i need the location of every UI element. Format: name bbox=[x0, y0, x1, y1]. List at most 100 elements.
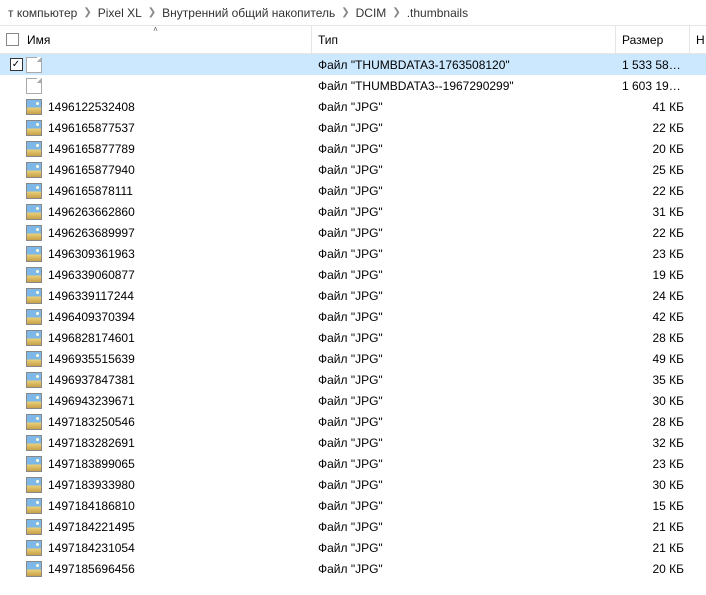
file-type-cell: Файл "JPG" bbox=[312, 394, 616, 408]
file-name-label: 1496165877537 bbox=[48, 121, 306, 135]
file-size-cell: 30 КБ bbox=[616, 394, 690, 408]
file-row[interactable]: 1496263689997Файл "JPG"22 КБ bbox=[0, 222, 706, 243]
file-size-cell: 22 КБ bbox=[616, 226, 690, 240]
file-row[interactable]: 1496165878111Файл "JPG"22 КБ bbox=[0, 180, 706, 201]
image-file-icon bbox=[26, 372, 42, 388]
file-size-cell: 23 КБ bbox=[616, 457, 690, 471]
image-file-icon bbox=[26, 288, 42, 304]
file-row[interactable]: 1496943239671Файл "JPG"30 КБ bbox=[0, 390, 706, 411]
file-row[interactable]: 1497184186810Файл "JPG"15 КБ bbox=[0, 495, 706, 516]
column-label: Размер bbox=[622, 33, 663, 47]
column-header-extra[interactable]: Н bbox=[690, 26, 706, 53]
file-row[interactable]: 1497184231054Файл "JPG"21 КБ bbox=[0, 537, 706, 558]
file-size-cell: 19 КБ bbox=[616, 268, 690, 282]
file-name-cell: 1496165877940 bbox=[0, 162, 312, 178]
file-type-cell: Файл "JPG" bbox=[312, 247, 616, 261]
image-file-icon bbox=[26, 99, 42, 115]
file-row[interactable]: 1497183250546Файл "JPG"28 КБ bbox=[0, 411, 706, 432]
file-name-label: 1496828174601 bbox=[48, 331, 306, 345]
image-file-icon bbox=[26, 267, 42, 283]
file-name-cell: 1497183282691 bbox=[0, 435, 312, 451]
file-type-cell: Файл "JPG" bbox=[312, 289, 616, 303]
row-checkbox[interactable]: ✓ bbox=[10, 58, 23, 71]
file-name-cell: 1496165877537 bbox=[0, 120, 312, 136]
file-row[interactable]: 1496263662860Файл "JPG"31 КБ bbox=[0, 201, 706, 222]
file-name-label: 1496937847381 bbox=[48, 373, 306, 387]
file-name-label: 1496309361963 bbox=[48, 247, 306, 261]
file-row[interactable]: 1497184221495Файл "JPG"21 КБ bbox=[0, 516, 706, 537]
file-name-label: 1497185696456 bbox=[48, 562, 306, 576]
file-name-label: 1496935515639 bbox=[48, 352, 306, 366]
file-type-cell: Файл "JPG" bbox=[312, 226, 616, 240]
image-file-icon bbox=[26, 204, 42, 220]
file-type-cell: Файл "JPG" bbox=[312, 415, 616, 429]
file-row[interactable]: 1497183899065 Файл "JPG"23 КБ bbox=[0, 453, 706, 474]
file-row[interactable]: 1496165877940Файл "JPG"25 КБ bbox=[0, 159, 706, 180]
file-row[interactable]: 1496122532408Файл "JPG"41 КБ bbox=[0, 96, 706, 117]
image-file-icon bbox=[26, 498, 42, 514]
column-label: Тип bbox=[318, 33, 338, 47]
column-header-type[interactable]: Тип bbox=[312, 26, 616, 53]
row-checkbox-slot[interactable]: ✓ bbox=[6, 58, 26, 71]
file-name-label: 1497183899065 bbox=[48, 457, 306, 471]
breadcrumb-item[interactable]: Внутренний общий накопитель bbox=[158, 6, 339, 20]
file-type-cell: Файл "JPG" bbox=[312, 142, 616, 156]
image-file-icon bbox=[26, 351, 42, 367]
file-type-cell: Файл "JPG" bbox=[312, 436, 616, 450]
file-size-cell: 21 КБ bbox=[616, 541, 690, 555]
breadcrumb-item[interactable]: DCIM bbox=[352, 6, 391, 20]
file-size-cell: 28 КБ bbox=[616, 331, 690, 345]
breadcrumb-item[interactable]: Pixel XL bbox=[94, 6, 146, 20]
file-name-cell: 1497185696456 bbox=[0, 561, 312, 577]
column-header-size[interactable]: Размер bbox=[616, 26, 690, 53]
file-name-cell: 1497183899065 bbox=[0, 456, 312, 472]
sort-ascending-icon: ˄ bbox=[153, 25, 158, 34]
file-name-label: 1496165878111 bbox=[48, 184, 306, 198]
file-size-cell: 25 КБ bbox=[616, 163, 690, 177]
file-name-cell: 1496122532408 bbox=[0, 99, 312, 115]
file-size-cell: 21 КБ bbox=[616, 520, 690, 534]
file-row[interactable]: 1496937847381Файл "JPG"35 КБ bbox=[0, 369, 706, 390]
select-all-checkbox[interactable] bbox=[6, 33, 19, 46]
file-type-cell: Файл "JPG" bbox=[312, 373, 616, 387]
file-row[interactable]: 1497183282691Файл "JPG"32 КБ bbox=[0, 432, 706, 453]
file-name-cell: 1496409370394 bbox=[0, 309, 312, 325]
file-name-cell: ✓ bbox=[0, 57, 312, 73]
file-row[interactable]: 1496935515639Файл "JPG"49 КБ bbox=[0, 348, 706, 369]
file-name-label: 1496165877789 bbox=[48, 142, 306, 156]
image-file-icon bbox=[26, 225, 42, 241]
breadcrumb-item[interactable]: .thumbnails bbox=[403, 6, 472, 20]
chevron-right-icon: ❯ bbox=[81, 7, 93, 18]
file-row[interactable]: 1497185696456Файл "JPG"20 КБ bbox=[0, 558, 706, 579]
file-name-cell: 1497184221495 bbox=[0, 519, 312, 535]
file-size-cell: 31 КБ bbox=[616, 205, 690, 219]
column-header-row: Имя ˄ Тип Размер Н bbox=[0, 26, 706, 54]
image-file-icon bbox=[26, 393, 42, 409]
breadcrumb-bar[interactable]: т компьютер ❯ Pixel XL ❯ Внутренний общи… bbox=[0, 0, 706, 26]
file-type-cell: Файл "JPG" bbox=[312, 121, 616, 135]
file-row[interactable]: 1497183933980Файл "JPG"30 КБ bbox=[0, 474, 706, 495]
file-row[interactable]: 1496309361963Файл "JPG"23 КБ bbox=[0, 243, 706, 264]
file-list: ✓Файл "THUMBDATA3-1763508120"1 533 587 К… bbox=[0, 54, 706, 579]
file-type-cell: Файл "JPG" bbox=[312, 163, 616, 177]
file-type-cell: Файл "JPG" bbox=[312, 541, 616, 555]
file-name-label: 1497184186810 bbox=[48, 499, 306, 513]
file-row[interactable]: 1496165877537Файл "JPG"22 КБ bbox=[0, 117, 706, 138]
file-row[interactable]: 1496339117244Файл "JPG"24 КБ bbox=[0, 285, 706, 306]
breadcrumb-item[interactable]: т компьютер bbox=[4, 6, 81, 20]
column-header-name[interactable]: Имя ˄ bbox=[0, 26, 312, 53]
image-file-icon bbox=[26, 183, 42, 199]
file-row[interactable]: 1496339060877Файл "JPG"19 КБ bbox=[0, 264, 706, 285]
file-name-label: 1496409370394 bbox=[48, 310, 306, 324]
file-row[interactable]: 1496828174601Файл "JPG"28 КБ bbox=[0, 327, 706, 348]
file-size-cell: 15 КБ bbox=[616, 499, 690, 513]
file-type-cell: Файл "JPG" bbox=[312, 457, 616, 471]
file-size-cell: 49 КБ bbox=[616, 352, 690, 366]
image-file-icon bbox=[26, 477, 42, 493]
file-row[interactable]: Файл "THUMBDATA3--1967290299"1 603 197 К… bbox=[0, 75, 706, 96]
file-row[interactable]: 1496165877789Файл "JPG"20 КБ bbox=[0, 138, 706, 159]
file-row[interactable]: 1496409370394Файл "JPG"42 КБ bbox=[0, 306, 706, 327]
file-type-cell: Файл "THUMBDATA3-1763508120" bbox=[312, 58, 616, 72]
file-row[interactable]: ✓Файл "THUMBDATA3-1763508120"1 533 587 К… bbox=[0, 54, 706, 75]
file-name-label: 1496122532408 bbox=[48, 100, 306, 114]
